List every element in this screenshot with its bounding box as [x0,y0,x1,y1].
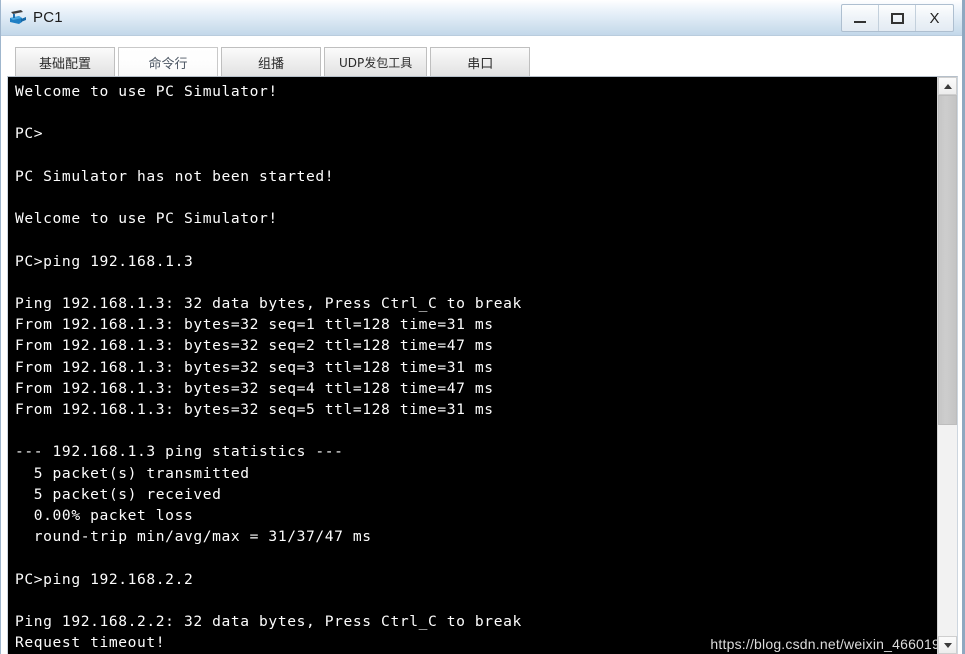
scroll-down-button[interactable] [938,636,957,654]
close-button[interactable]: X [916,5,953,31]
tab-label: 组播 [257,56,284,72]
tab-command-line[interactable]: 命令行 [118,47,218,76]
tab-multicast[interactable]: 组播 [221,47,321,76]
minimize-icon [854,21,866,23]
window-controls: X [841,4,954,32]
scroll-up-arrow-icon [943,83,952,89]
tab-udp-tool[interactable]: UDP发包工具 [324,47,428,76]
close-icon: X [929,9,940,27]
pc1-window: PC1 X 基础配置 命令行 组播 UDP发包工具 串口 Welcome to … [0,0,965,654]
tab-label: 命令行 [148,56,188,72]
tab-label: UDP发包工具 [339,55,413,70]
title-bar: PC1 X [1,0,962,36]
scroll-down-arrow-icon [943,642,952,648]
tab-bar: 基础配置 命令行 组播 UDP发包工具 串口 [1,36,962,76]
tab-serial-port[interactable]: 串口 [430,47,531,76]
minimize-button[interactable] [842,5,879,31]
terminal-panel: Welcome to use PC Simulator! PC> PC Simu… [7,76,958,654]
terminal-output[interactable]: Welcome to use PC Simulator! PC> PC Simu… [8,77,937,654]
terminal-scrollbar[interactable] [937,77,957,654]
terminal-text: Welcome to use PC Simulator! PC> PC Simu… [15,83,522,652]
scroll-up-button[interactable] [938,77,957,95]
scrollbar-thumb[interactable] [938,95,957,425]
scrollbar-track[interactable] [938,95,957,636]
pc-device-icon [7,7,29,29]
maximize-button[interactable] [879,5,916,31]
tab-label: 基础配置 [38,56,91,72]
tab-basic-config[interactable]: 基础配置 [15,47,115,76]
tab-label: 串口 [467,56,494,72]
window-title: PC1 [33,9,63,26]
maximize-icon [890,12,904,24]
